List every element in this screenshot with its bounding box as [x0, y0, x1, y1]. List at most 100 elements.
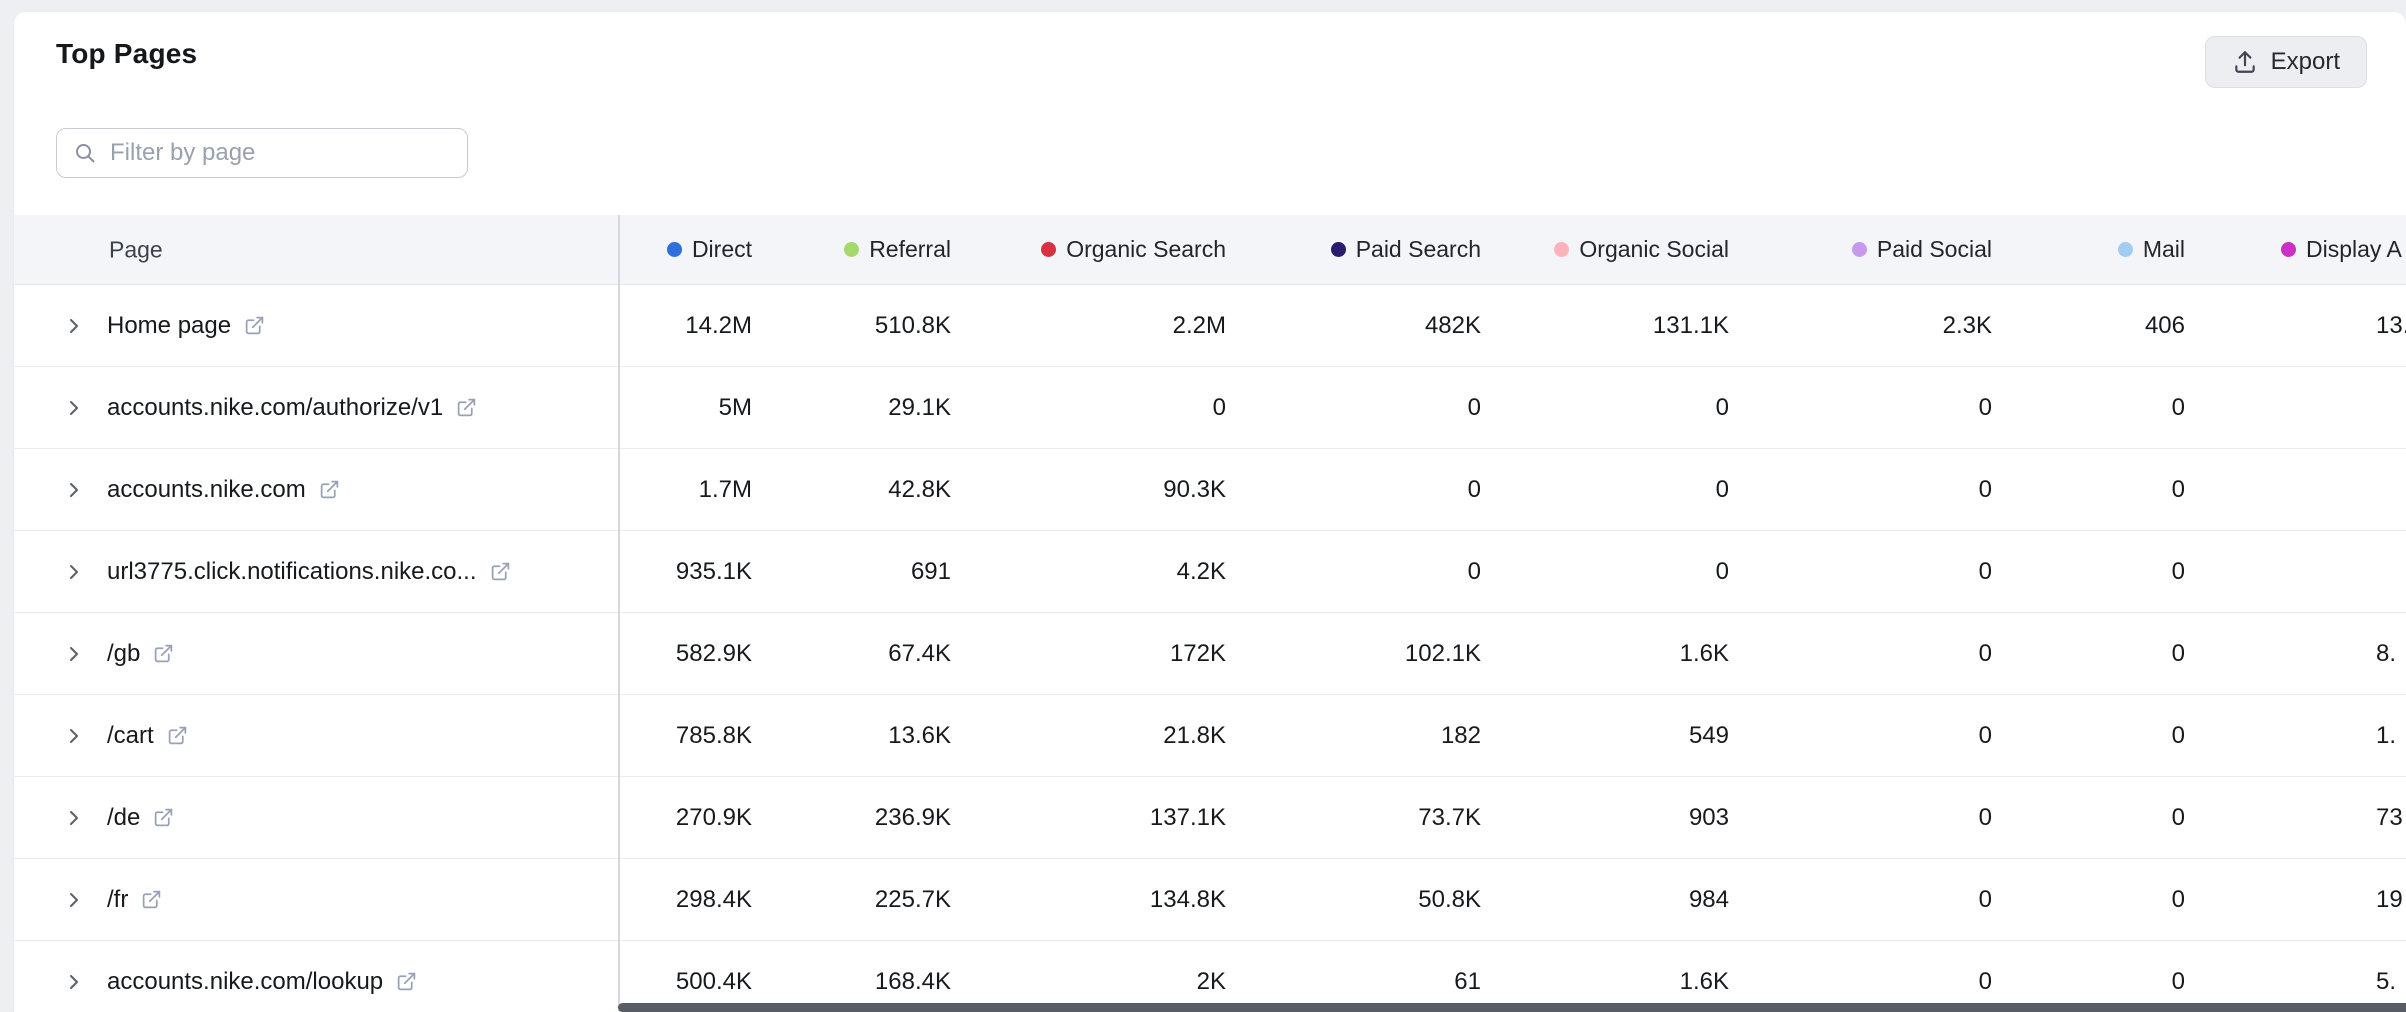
mail-dot-icon: [2118, 242, 2133, 257]
cell-referral: 67.4K: [711, 640, 951, 668]
cell-referral: 29.1K: [711, 394, 951, 422]
cell-paid-search: 102.1K: [1241, 640, 1481, 668]
expand-chevron-icon[interactable]: [62, 888, 86, 912]
cell-organic-search: 0: [986, 394, 1226, 422]
referral-dot-icon: [844, 242, 859, 257]
cell-organic-social: 984: [1489, 886, 1729, 914]
table-row: /cart785.8K13.6K21.8K182549001.: [14, 695, 2406, 777]
cell-organic-search: 21.8K: [986, 722, 1226, 750]
cell-mail: 0: [1945, 968, 2185, 996]
page-column-header: Page: [109, 236, 163, 263]
column-header-organic-search[interactable]: Organic Search: [976, 215, 1226, 284]
cell-mail: 0: [1945, 722, 2185, 750]
external-link-icon[interactable]: [141, 889, 162, 910]
cell-referral: 168.4K: [711, 968, 951, 996]
column-divider: [618, 215, 620, 1012]
expand-chevron-icon[interactable]: [62, 314, 86, 338]
cell-organic-social: 0: [1489, 558, 1729, 586]
expand-chevron-icon[interactable]: [62, 396, 86, 420]
table-row: /gb582.9K67.4K172K102.1K1.6K008.: [14, 613, 2406, 695]
page-name: accounts.nike.com: [107, 476, 306, 504]
column-header-mail[interactable]: Mail: [1935, 215, 2185, 284]
column-label: Paid Search: [1356, 236, 1481, 263]
cell-referral: 42.8K: [711, 476, 951, 504]
organic-search-dot-icon: [1041, 242, 1056, 257]
page-name: url3775.click.notifications.nike.co...: [107, 558, 477, 586]
paid-search-dot-icon: [1331, 242, 1346, 257]
cell-organic-search: 4.2K: [986, 558, 1226, 586]
export-label: Export: [2271, 48, 2340, 76]
external-link-icon[interactable]: [319, 479, 340, 500]
page-name-wrap: /gb: [107, 613, 174, 694]
expand-chevron-icon[interactable]: [62, 478, 86, 502]
cell-referral: 236.9K: [711, 804, 951, 832]
page-title: Top Pages: [56, 38, 197, 70]
column-header-display-ads[interactable]: Display A: [2281, 215, 2406, 284]
table-row: accounts.nike.com/lookup500.4K168.4K2K61…: [14, 941, 2406, 1012]
external-link-icon[interactable]: [456, 397, 477, 418]
cell-referral: 225.7K: [711, 886, 951, 914]
table-header-row: Page DirectReferralOrganic SearchPaid Se…: [14, 215, 2406, 285]
cell-referral: 691: [711, 558, 951, 586]
export-button[interactable]: Export: [2205, 36, 2367, 88]
expand-chevron-icon[interactable]: [62, 970, 86, 994]
table-row: url3775.click.notifications.nike.co...93…: [14, 531, 2406, 613]
page-name-wrap: /cart: [107, 695, 188, 776]
top-pages-table: Page DirectReferralOrganic SearchPaid Se…: [14, 215, 2406, 1012]
external-link-icon[interactable]: [153, 807, 174, 828]
cell-organic-search: 134.8K: [986, 886, 1226, 914]
cell-mail: 0: [1945, 558, 2185, 586]
column-label: Mail: [2143, 236, 2185, 263]
column-header-organic-social[interactable]: Organic Social: [1479, 215, 1729, 284]
page-name-wrap: accounts.nike.com/lookup: [107, 941, 417, 1012]
cell-organic-social: 0: [1489, 476, 1729, 504]
cell-mail: 0: [1945, 394, 2185, 422]
table-row: /de270.9K236.9K137.1K73.7K9030073: [14, 777, 2406, 859]
expand-chevron-icon[interactable]: [62, 560, 86, 584]
table-row: accounts.nike.com/authorize/v15M29.1K000…: [14, 367, 2406, 449]
cell-organic-search: 172K: [986, 640, 1226, 668]
cell-display-ads: 19: [2376, 886, 2406, 914]
column-label: Display A: [2306, 236, 2402, 263]
cell-display-ads: 73: [2376, 804, 2406, 832]
page-name-wrap: /de: [107, 777, 174, 858]
page-name-wrap: accounts.nike.com/authorize/v1: [107, 367, 477, 448]
expand-chevron-icon[interactable]: [62, 724, 86, 748]
cell-mail: 406: [1945, 312, 2185, 340]
expand-chevron-icon[interactable]: [62, 642, 86, 666]
external-link-icon[interactable]: [396, 971, 417, 992]
page-name: /de: [107, 804, 140, 832]
external-link-icon[interactable]: [490, 561, 511, 582]
cell-display-ads: 1.: [2376, 722, 2406, 750]
horizontal-scrollbar[interactable]: [618, 1003, 2406, 1012]
table-row: accounts.nike.com1.7M42.8K90.3K0000: [14, 449, 2406, 531]
column-label: Organic Social: [1579, 236, 1729, 263]
page-name-wrap: accounts.nike.com: [107, 449, 340, 530]
cell-paid-search: 482K: [1241, 312, 1481, 340]
page-name: accounts.nike.com/authorize/v1: [107, 394, 443, 422]
cell-display-ads: 5.: [2376, 968, 2406, 996]
cell-organic-social: 903: [1489, 804, 1729, 832]
table-body: Home page14.2M510.8K2.2M482K131.1K2.3K40…: [14, 285, 2406, 1012]
upload-icon: [2232, 49, 2258, 75]
page-name: Home page: [107, 312, 231, 340]
external-link-icon[interactable]: [153, 643, 174, 664]
cell-referral: 13.6K: [711, 722, 951, 750]
filter-input[interactable]: [110, 139, 451, 167]
expand-chevron-icon[interactable]: [62, 806, 86, 830]
cell-organic-search: 90.3K: [986, 476, 1226, 504]
cell-organic-social: 1.6K: [1489, 640, 1729, 668]
page-name: /cart: [107, 722, 154, 750]
external-link-icon[interactable]: [244, 315, 265, 336]
cell-organic-social: 1.6K: [1489, 968, 1729, 996]
external-link-icon[interactable]: [167, 725, 188, 746]
column-header-referral[interactable]: Referral: [701, 215, 951, 284]
cell-paid-search: 0: [1241, 476, 1481, 504]
column-header-paid-search[interactable]: Paid Search: [1231, 215, 1481, 284]
column-label: Referral: [869, 236, 951, 263]
page-name-wrap: /fr: [107, 859, 162, 940]
cell-organic-social: 0: [1489, 394, 1729, 422]
paid-social-dot-icon: [1852, 242, 1867, 257]
cell-mail: 0: [1945, 640, 2185, 668]
page-name-wrap: Home page: [107, 285, 265, 366]
